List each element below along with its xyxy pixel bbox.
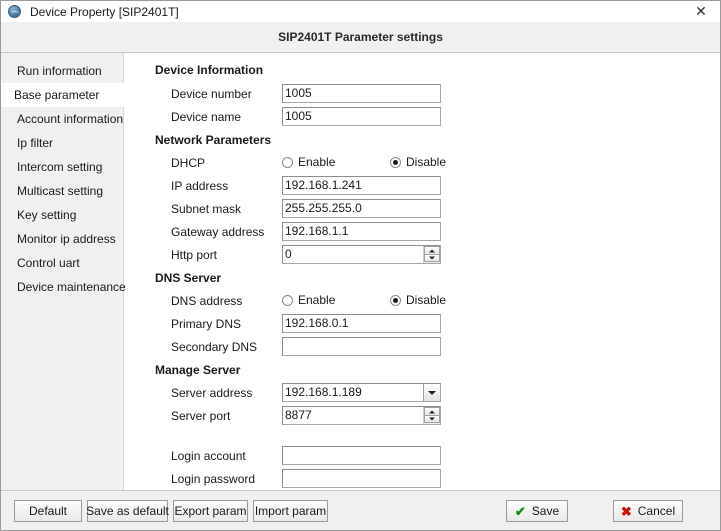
sidebar-item-control-uart[interactable]: Control uart	[1, 251, 123, 275]
sidebar-item-multicast-setting[interactable]: Multicast setting	[1, 179, 123, 203]
input-ip-address[interactable]: 192.168.1.241	[282, 176, 441, 195]
title-bar: Device Property [SIP2401T] ✕	[1, 1, 720, 23]
radio-dns-enable-label: Enable	[298, 293, 336, 307]
window-title: Device Property [SIP2401T]	[30, 4, 179, 19]
server-port-value: 8877	[285, 408, 312, 422]
input-device-number[interactable]: 1005	[282, 84, 441, 103]
default-button[interactable]: Default	[14, 500, 82, 522]
label-gateway-address: Gateway address	[171, 225, 265, 239]
input-server-port[interactable]: 8877	[282, 406, 441, 425]
sidebar-item-base-parameter[interactable]: Base parameter	[1, 83, 124, 107]
label-http-port: Http port	[171, 248, 218, 262]
page-title: SIP2401T Parameter settings	[278, 30, 443, 44]
header-strip: SIP2401T Parameter settings	[1, 22, 720, 53]
group-title-network-parameters: Network Parameters	[155, 133, 272, 147]
input-http-port[interactable]: 0	[282, 245, 441, 264]
radio-group-dhcp: Enable Disable	[282, 154, 582, 173]
input-secondary-dns[interactable]	[282, 337, 441, 356]
close-icon[interactable]: ✕	[682, 1, 720, 21]
save-button-label: Save	[531, 504, 560, 518]
radio-dhcp-enable[interactable]: Enable	[282, 155, 335, 169]
cancel-button-label: Cancel	[637, 504, 676, 518]
import-param-button[interactable]: Import param	[253, 500, 328, 522]
input-login-password[interactable]	[282, 469, 441, 488]
radio-dhcp-enable-label: Enable	[298, 155, 336, 169]
save-button[interactable]: ✔ Save	[506, 500, 568, 522]
http-port-decrement-icon[interactable]	[424, 254, 440, 262]
sidebar-item-run-information[interactable]: Run information	[1, 59, 123, 83]
sidebar-item-account-information[interactable]: Account information	[1, 107, 123, 131]
input-gateway-address[interactable]: 192.168.1.1	[282, 222, 441, 241]
sidebar: Run information Base parameter Account i…	[1, 53, 126, 490]
label-dhcp: DHCP	[171, 156, 206, 170]
http-port-value: 0	[285, 247, 292, 261]
radio-mark-dns-disable	[390, 294, 401, 306]
group-title-manage-server: Manage Server	[155, 363, 241, 377]
radio-dhcp-disable-label: Disable	[406, 155, 447, 169]
label-device-name: Device name	[171, 110, 242, 124]
radio-dns-disable[interactable]: Disable	[390, 293, 446, 307]
sidebar-item-intercom-setting[interactable]: Intercom setting	[1, 155, 123, 179]
input-primary-dns[interactable]: 192.168.0.1	[282, 314, 441, 333]
group-title-device-information: Device Information	[155, 63, 264, 77]
sidebar-item-device-maintenance[interactable]: Device maintenance	[1, 275, 126, 299]
radio-group-dns-address: Enable Disable	[282, 292, 582, 311]
label-secondary-dns: Secondary DNS	[171, 340, 258, 354]
http-port-stepper[interactable]	[423, 246, 440, 263]
input-subnet-mask[interactable]: 255.255.255.0	[282, 199, 441, 218]
input-login-account[interactable]	[282, 446, 441, 465]
http-port-increment-icon[interactable]	[424, 246, 440, 254]
label-server-address: Server address	[171, 386, 253, 400]
server-port-stepper[interactable]	[423, 407, 440, 424]
radio-mark-dhcp-disable	[390, 156, 401, 168]
radio-dns-disable-label: Disable	[406, 293, 447, 307]
check-icon: ✔	[514, 503, 526, 519]
label-primary-dns: Primary DNS	[171, 317, 242, 331]
footer-toolbar: Default Save as default Export param Imp…	[1, 490, 720, 530]
export-param-button[interactable]: Export param	[173, 500, 248, 522]
label-dns-address: DNS address	[171, 294, 243, 308]
cancel-button[interactable]: ✖ Cancel	[613, 500, 683, 522]
sidebar-item-ip-filter[interactable]: Ip filter	[1, 131, 123, 155]
label-login-password: Login password	[171, 472, 256, 486]
radio-mark-dhcp-enable	[282, 156, 293, 168]
chevron-down-icon[interactable]	[423, 384, 440, 401]
radio-mark-dns-enable	[282, 294, 293, 306]
radio-dhcp-disable[interactable]: Disable	[390, 155, 446, 169]
label-login-account: Login account	[171, 449, 246, 463]
label-subnet-mask: Subnet mask	[171, 202, 242, 216]
settings-form: Device Information Device number 1005 De…	[125, 53, 720, 490]
label-ip-address: IP address	[171, 179, 229, 193]
radio-dns-enable[interactable]: Enable	[282, 293, 335, 307]
label-server-port: Server port	[171, 409, 231, 423]
server-address-value: 192.168.1.189	[285, 385, 362, 399]
device-property-window: Device Property [SIP2401T] ✕ SIP2401T Pa…	[0, 0, 721, 531]
server-port-decrement-icon[interactable]	[424, 415, 440, 423]
select-server-address[interactable]: 192.168.1.189	[282, 383, 441, 402]
label-device-number: Device number	[171, 87, 252, 101]
server-port-increment-icon[interactable]	[424, 407, 440, 415]
save-as-default-button[interactable]: Save as default	[86, 500, 169, 522]
sidebar-item-key-setting[interactable]: Key setting	[1, 203, 123, 227]
globe-icon	[7, 4, 23, 20]
group-title-dns-server: DNS Server	[155, 271, 222, 285]
close-x-icon: ✖	[620, 503, 632, 519]
body-area: Run information Base parameter Account i…	[1, 53, 720, 490]
sidebar-item-monitor-ip-address[interactable]: Monitor ip address	[1, 227, 123, 251]
input-device-name[interactable]: 1005	[282, 107, 441, 126]
